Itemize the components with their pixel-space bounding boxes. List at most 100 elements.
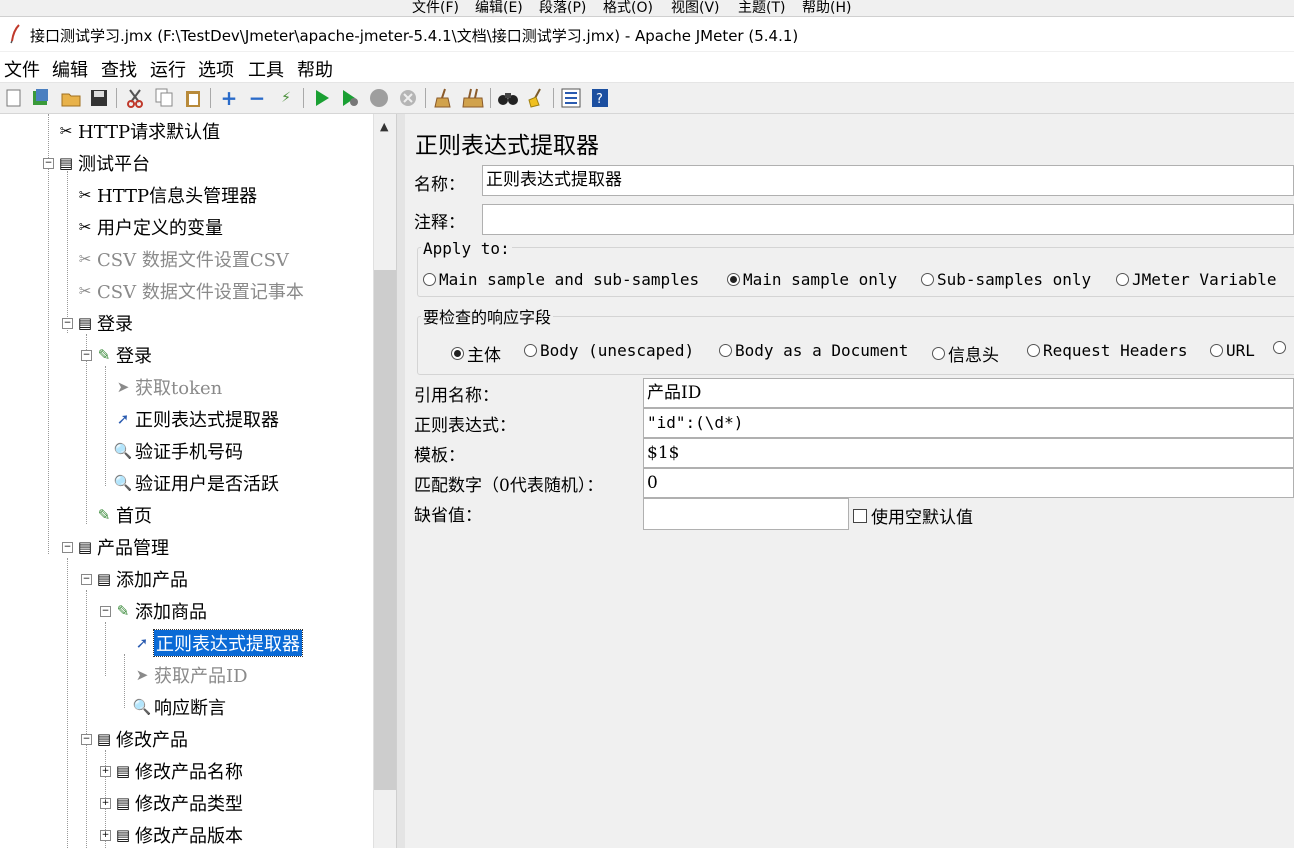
tree-expand-toggle[interactable]: − [62,542,73,553]
tree-node-modify-version[interactable]: ▤ 修改产品版本 [114,821,243,848]
field-body-document-radio[interactable]: Body as a Document [719,341,908,360]
shutdown-icon[interactable] [397,87,419,109]
comment-field[interactable] [482,204,1294,235]
open-icon[interactable] [60,87,82,109]
tree-expand-toggle[interactable]: + [100,766,111,777]
field-request-headers-radio[interactable]: Request Headers [1027,341,1188,360]
tree-node-modify-name[interactable]: ▤ 修改产品名称 [114,757,243,785]
clear-all-icon[interactable] [462,87,484,109]
test-plan-tree[interactable]: ✂ HTTP请求默认值 − ▤ 测试平台 ✂ HTTP信息头管理器 ✂ 用户定义的变量 … [0,114,373,848]
toolbar-separator [210,88,211,108]
bg-menu-paragraph: 段落(P) [539,0,587,16]
tree-expand-toggle[interactable]: − [81,734,92,745]
menu-help[interactable]: 帮助 [297,56,333,82]
reset-search-icon[interactable] [526,87,548,109]
comment-label: 注释： [414,213,465,233]
tree-expand-toggle[interactable]: + [100,830,111,841]
scroll-up-arrow-icon[interactable]: ▲ [380,120,388,133]
tree-node-get-token[interactable]: ➤ 获取token [114,373,223,401]
field-to-check-legend: 要检查的响应字段 [421,304,554,328]
default-value-field[interactable] [643,498,849,530]
expand-icon[interactable]: + [218,86,240,110]
stop-icon[interactable] [368,87,390,109]
toolbar-separator [553,88,554,108]
tree-connector [67,558,68,848]
menu-search[interactable]: 查找 [101,56,137,82]
template-field[interactable]: $1$ [643,438,1294,468]
start-no-pause-icon[interactable] [339,87,361,109]
clear-icon[interactable] [432,87,454,109]
tree-node-home[interactable]: ✎ 首页 [95,501,152,529]
tree-node-regex-extractor-login[interactable]: ➚ 正则表达式提取器 [114,405,279,433]
assertion-icon: 🔍 [113,442,133,460]
tree-expand-toggle[interactable]: − [81,350,92,361]
tree-node-header-manager[interactable]: ✂ HTTP信息头管理器 [76,181,257,209]
window-title: 接口测试学习.jmx (F:\TestDev\Jmeter\apache-jme… [30,27,799,45]
regex-field[interactable]: "id":(\d*) [643,408,1294,438]
tree-node-response-assertion[interactable]: 🔍 响应断言 [133,693,226,721]
controller-icon: ▤ [96,570,112,588]
radio-button [1273,341,1286,354]
search-icon[interactable] [497,87,519,109]
tree-node-http-defaults[interactable]: ✂ HTTP请求默认值 [57,117,220,145]
tree-node-test-platform[interactable]: ▤ 测试平台 [57,149,150,177]
apply-sub-only-radio[interactable]: Sub-samples only [921,270,1091,289]
radio-button [1027,344,1040,357]
tree-node-login-controller[interactable]: ▤ 登录 [76,309,133,337]
menu-run[interactable]: 运行 [150,56,186,82]
menu-edit[interactable]: 编辑 [52,56,88,82]
tree-node-user-variables[interactable]: ✂ 用户定义的变量 [76,213,223,241]
config-icon: ✂ [78,282,92,300]
name-field[interactable]: 正则表达式提取器 [482,165,1294,196]
save-icon[interactable] [88,87,110,109]
function-helper-icon[interactable] [560,87,582,109]
tree-node-verify-active[interactable]: 🔍 验证用户是否活跃 [114,469,279,497]
config-icon: ✂ [59,122,73,140]
tree-node-csv-config-1[interactable]: ✂ CSV 数据文件设置CSV [76,245,289,273]
field-more-radio[interactable] [1273,341,1289,354]
field-body-unescaped-radio[interactable]: Body (unescaped) [524,341,694,360]
tree-expand-toggle[interactable]: − [81,574,92,585]
field-headers-radio[interactable]: 信息头 [932,341,999,366]
cut-icon[interactable] [124,87,146,109]
menu-file[interactable]: 文件 [4,56,40,82]
tree-node-add-goods-sampler[interactable]: ✎ 添加商品 [114,597,207,625]
tree-node-regex-extractor-selected[interactable]: ➚ 正则表达式提取器 [133,629,303,657]
paste-icon[interactable] [182,87,204,109]
tree-expand-toggle[interactable]: − [62,318,73,329]
tree-node-product-management[interactable]: ▤ 产品管理 [76,533,169,561]
regex-label: 正则表达式： [414,416,516,436]
use-empty-default-checkbox[interactable]: 使用空默认值 [853,503,973,528]
tree-node-modify-product[interactable]: ▤ 修改产品 [95,725,188,753]
new-icon[interactable] [3,87,25,109]
ref-name-field[interactable]: 产品ID [643,378,1294,408]
field-body-radio[interactable]: 主体 [451,341,501,366]
collapse-icon[interactable]: − [246,86,268,110]
tree-expand-toggle[interactable]: − [100,606,111,617]
tree-expand-toggle[interactable]: − [43,158,54,169]
templates-icon[interactable] [30,87,52,109]
apply-main-and-sub-radio[interactable]: Main sample and sub-samples [423,270,699,289]
copy-icon[interactable] [153,87,175,109]
default-value-label: 缺省值： [414,506,482,526]
tree-node-add-product-controller[interactable]: ▤ 添加产品 [95,565,188,593]
tree-node-verify-phone[interactable]: 🔍 验证手机号码 [114,437,243,465]
tree-expand-toggle[interactable]: + [100,798,111,809]
apply-jmeter-variable-radio[interactable]: JMeter Variable [1116,270,1277,289]
start-icon[interactable] [311,87,333,109]
tree-node-csv-config-2[interactable]: ✂ CSV 数据文件设置记事本 [76,277,304,305]
tree-node-login-sampler[interactable]: ✎ 登录 [95,341,152,369]
tree-node-get-product-id[interactable]: ➤ 获取产品ID [133,661,248,689]
field-url-radio[interactable]: URL [1210,341,1255,360]
controller-icon: ▤ [77,538,93,556]
scrollbar-thumb[interactable] [374,270,397,790]
tree-scrollbar[interactable]: ▲ [373,114,397,848]
help-icon[interactable]: ? [589,87,611,109]
match-no-field[interactable]: 0 [643,468,1294,498]
toggle-icon[interactable]: ⚡ [275,87,297,109]
tree-node-modify-type[interactable]: ▤ 修改产品类型 [114,789,243,817]
bg-menu-file: 文件(F) [412,0,459,16]
menu-tools[interactable]: 工具 [248,56,284,82]
menu-options[interactable]: 选项 [198,56,234,82]
apply-main-only-radio[interactable]: Main sample only [727,270,897,289]
